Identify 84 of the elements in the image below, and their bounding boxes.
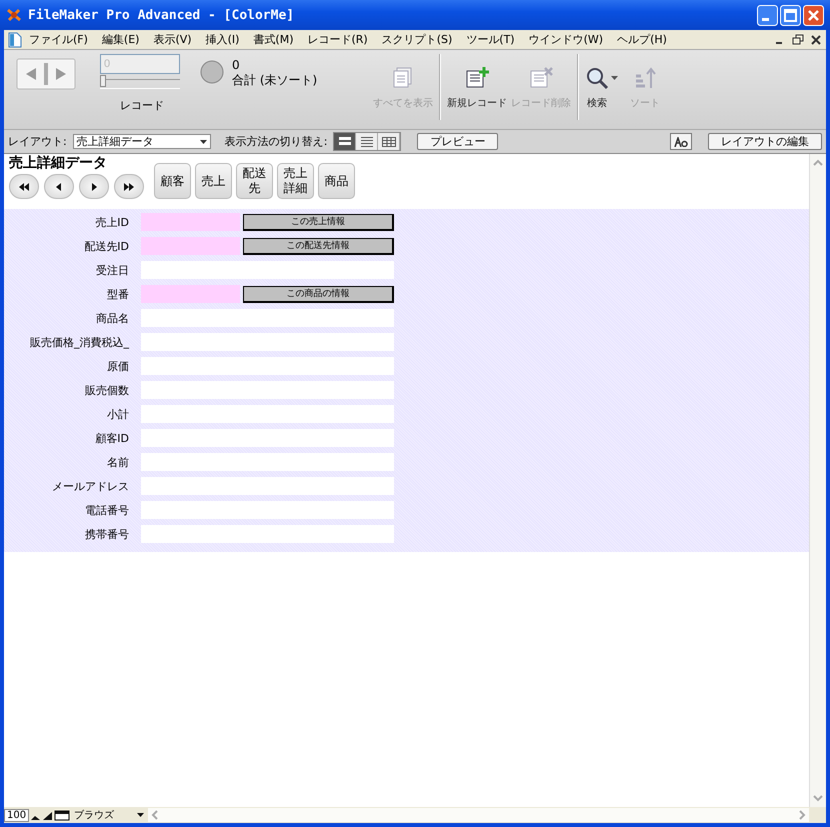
- menu-item[interactable]: ツール(T): [459, 32, 522, 47]
- close-button[interactable]: [803, 4, 824, 26]
- document-icon[interactable]: [8, 32, 22, 48]
- found-count: 0: [232, 58, 241, 73]
- list-view-button[interactable]: [356, 133, 378, 150]
- navigation-button[interactable]: 顧客: [154, 163, 191, 199]
- field-label: 小計: [106, 406, 130, 422]
- field-label: 売上ID: [94, 214, 130, 230]
- input-field[interactable]: [141, 309, 394, 327]
- total-label: 合計 (未ソート): [232, 73, 318, 88]
- menu-item[interactable]: ファイル(F): [22, 32, 95, 47]
- view-label: 表示方法の切り替え:: [224, 134, 328, 149]
- input-field[interactable]: [141, 405, 394, 423]
- field-label: 電話番号: [84, 502, 130, 518]
- vertical-scrollbar[interactable]: [809, 154, 826, 807]
- field-label: 配送先ID: [83, 238, 130, 254]
- new-record-icon[interactable]: [465, 66, 490, 90]
- search-icon[interactable]: [585, 66, 610, 90]
- input-field[interactable]: [141, 501, 394, 519]
- input-field[interactable]: [141, 357, 394, 375]
- table-view-button[interactable]: [378, 133, 400, 150]
- layout-label: レイアウト:: [8, 134, 67, 149]
- field-label: 型番: [106, 286, 130, 302]
- toolbar-toggle-icon[interactable]: [54, 810, 70, 820]
- menu-item[interactable]: 編集(E): [94, 32, 146, 47]
- menu-item[interactable]: スクリプト(S): [374, 32, 460, 47]
- navigation-button[interactable]: 売上: [195, 163, 232, 199]
- field-label: 携帯番号: [84, 526, 130, 542]
- last-record-button[interactable]: [114, 174, 144, 199]
- zoom-level[interactable]: 100: [4, 808, 30, 822]
- dropdown-arrow-icon[interactable]: [137, 813, 144, 817]
- horizontal-scrollbar[interactable]: [148, 808, 809, 822]
- input-field[interactable]: [141, 333, 394, 351]
- menu-item[interactable]: ウインドウ(W): [522, 32, 610, 47]
- maximize-button[interactable]: [780, 4, 801, 26]
- go-to-button[interactable]: この商品の情報: [243, 286, 394, 302]
- book-navigation-icon[interactable]: [16, 58, 76, 90]
- go-to-button[interactable]: この売上情報: [243, 214, 394, 230]
- input-field[interactable]: [141, 261, 394, 279]
- field-label: 名前: [106, 454, 130, 470]
- edit-layout-button[interactable]: レイアウトの編集: [708, 133, 822, 150]
- preview-button[interactable]: プレビュー: [417, 133, 498, 150]
- navigation-button[interactable]: 商品: [318, 163, 355, 199]
- zoom-in-icon[interactable]: [42, 810, 54, 820]
- window-title: FileMaker Pro Advanced - [ColorMe]: [28, 8, 296, 22]
- field-label: 販売個数: [84, 382, 130, 398]
- input-field[interactable]: [141, 381, 394, 399]
- first-record-button[interactable]: [9, 174, 39, 199]
- field-label: メールアドレス: [51, 478, 130, 494]
- toolbar-button[interactable]: 新規レコード: [445, 54, 510, 110]
- font-icon[interactable]: [674, 136, 688, 146]
- record-label: レコード: [119, 98, 165, 113]
- toolbar-button[interactable]: 検索: [583, 54, 612, 110]
- form-view-button[interactable]: [334, 133, 356, 150]
- app-icon[interactable]: [6, 7, 22, 23]
- navigation-button[interactable]: 売上詳細: [277, 163, 314, 199]
- input-field[interactable]: [141, 525, 394, 543]
- field-label: 受注日: [95, 262, 130, 278]
- layout-dropdown[interactable]: 売上詳細データ: [72, 134, 211, 149]
- next-record-button[interactable]: [79, 174, 109, 199]
- close-icon[interactable]: [810, 34, 822, 46]
- input-field[interactable]: [141, 429, 394, 447]
- field-label: 顧客ID: [94, 430, 130, 446]
- menu-item[interactable]: 書式(M): [246, 32, 300, 47]
- dropdown-arrow-icon[interactable]: [200, 140, 207, 144]
- navigation-button[interactable]: 配送先: [236, 163, 273, 199]
- field-label: 商品名: [95, 310, 130, 326]
- go-to-button[interactable]: この配送先情報: [243, 238, 394, 254]
- input-field[interactable]: [141, 285, 240, 303]
- menu-item[interactable]: 挿入(I): [198, 32, 246, 47]
- field-label: 販売価格_消費税込_: [29, 334, 130, 350]
- menu-item[interactable]: レコード(R): [300, 32, 375, 47]
- layout-title: 売上詳細データ: [9, 154, 108, 172]
- menu-item[interactable]: 表示(V): [146, 32, 199, 47]
- field-label: 原価: [106, 358, 130, 374]
- text-format-button[interactable]: [670, 133, 692, 150]
- input-field[interactable]: [141, 453, 394, 471]
- input-field[interactable]: [141, 477, 394, 495]
- restore-icon[interactable]: [792, 34, 804, 46]
- input-field[interactable]: [141, 213, 240, 231]
- minimize-button[interactable]: [757, 4, 778, 26]
- menu-item[interactable]: ヘルプ(H): [610, 32, 674, 47]
- previous-record-button[interactable]: [44, 174, 74, 199]
- input-field[interactable]: [141, 237, 240, 255]
